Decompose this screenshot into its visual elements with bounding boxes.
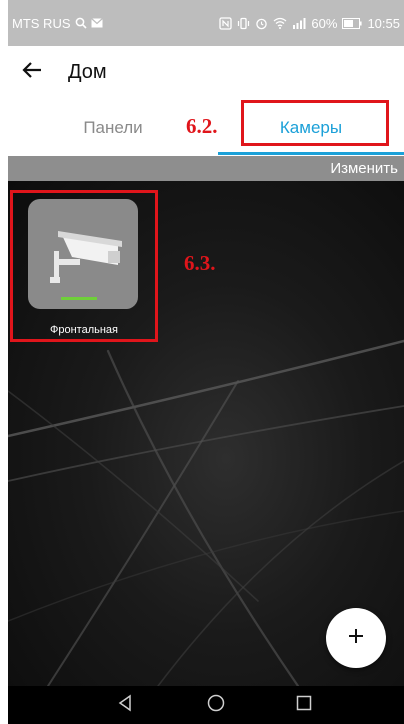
battery-percent: 60% <box>311 15 338 31</box>
vibrate-icon <box>237 17 250 30</box>
clock: 10:55 <box>367 15 400 31</box>
nav-back-button[interactable] <box>105 686 145 724</box>
carrier-name: MTS RUS <box>12 15 71 31</box>
nfc-icon <box>219 16 233 30</box>
recents-square-icon <box>295 694 313 717</box>
tab-bar: Панели Камеры 6.2. <box>8 100 404 156</box>
system-nav-bar <box>8 686 404 724</box>
back-button[interactable] <box>8 46 56 98</box>
arrow-left-icon <box>22 61 42 84</box>
status-bar: MTS RUS 60% 10:55 <box>8 0 404 46</box>
tab-active-indicator <box>218 152 404 155</box>
search-icon <box>75 17 87 29</box>
tab-panels[interactable]: Панели <box>48 100 178 156</box>
edit-bar[interactable]: Изменить <box>8 156 404 181</box>
annotation-box-tab <box>241 100 389 146</box>
annotation-label-tab: 6.2. <box>186 114 218 138</box>
edit-button[interactable]: Изменить <box>330 160 398 177</box>
alarm-icon <box>255 17 268 30</box>
battery-icon <box>342 17 363 29</box>
nav-home-button[interactable] <box>196 686 236 724</box>
plus-icon <box>346 626 366 651</box>
mail-icon <box>90 18 103 28</box>
home-circle-icon <box>206 693 226 718</box>
nav-recents-button[interactable] <box>284 686 324 724</box>
annotation-label-camera: 6.3. <box>184 251 216 275</box>
annotation-box-camera <box>10 190 158 342</box>
wifi-icon <box>273 17 287 29</box>
back-triangle-icon <box>116 694 134 717</box>
app-bar: Дом <box>8 46 404 98</box>
add-camera-button[interactable] <box>326 608 386 668</box>
signal-icon <box>292 17 306 29</box>
page-title: Дом <box>68 60 107 83</box>
